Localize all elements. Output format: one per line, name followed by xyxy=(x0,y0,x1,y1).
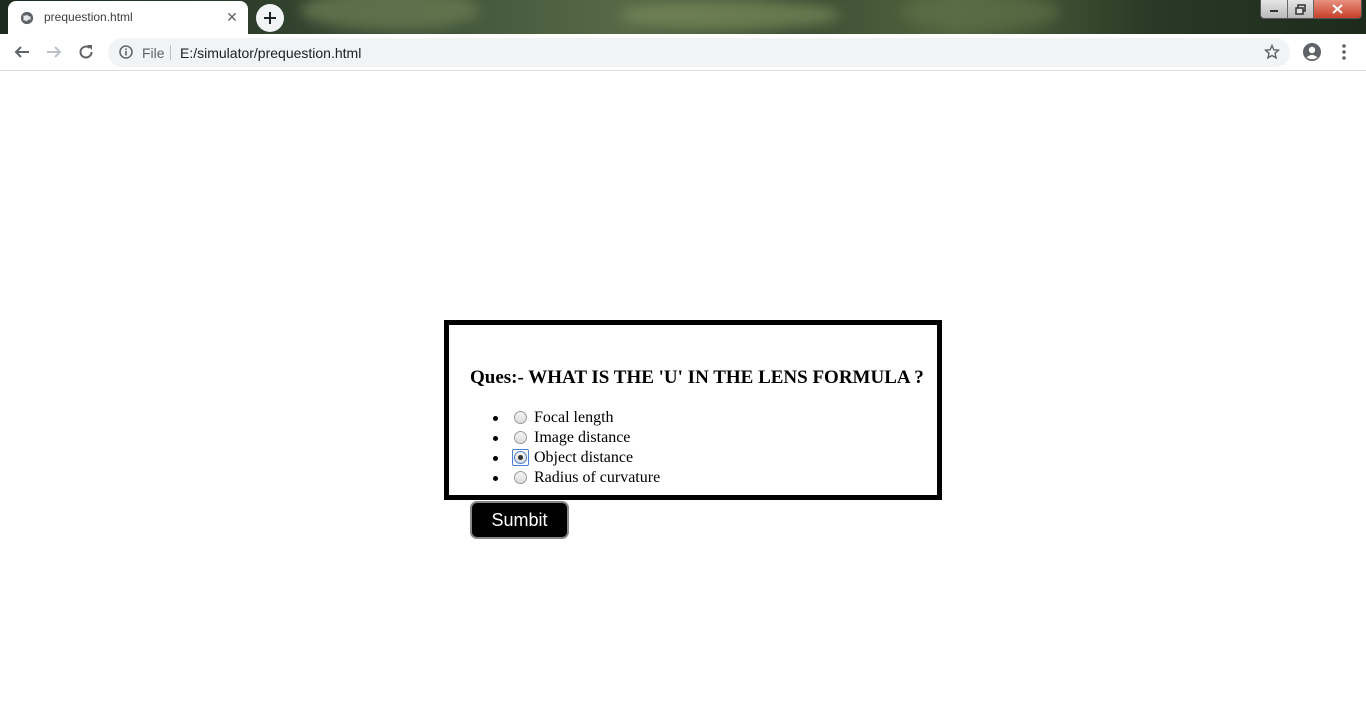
tab-close-icon[interactable]: ✕ xyxy=(224,9,240,25)
window-controls xyxy=(1260,0,1362,19)
bullet xyxy=(493,456,498,461)
radio-radius-of-curvature[interactable] xyxy=(514,471,527,484)
background-foliage xyxy=(620,0,840,30)
radio-focal-length[interactable] xyxy=(514,411,527,424)
browser-tab-active[interactable]: prequestion.html ✕ xyxy=(8,1,248,34)
browser-title-bar: prequestion.html ✕ xyxy=(0,0,1366,34)
tab-title: prequestion.html xyxy=(44,10,133,24)
address-bar[interactable]: File E:/simulator/prequestion.html xyxy=(108,38,1290,67)
restore-button[interactable] xyxy=(1288,0,1314,18)
reload-icon xyxy=(79,45,93,59)
option-label[interactable]: Image distance xyxy=(534,429,630,447)
back-button[interactable] xyxy=(10,40,34,64)
background-foliage xyxy=(300,0,480,30)
kebab-menu-icon[interactable] xyxy=(1336,42,1352,62)
restore-icon xyxy=(1295,3,1306,15)
new-tab-button[interactable] xyxy=(256,4,284,32)
minimize-icon xyxy=(1270,10,1278,12)
close-window-button[interactable] xyxy=(1314,0,1361,18)
profile-icon[interactable] xyxy=(1302,42,1322,62)
bullet xyxy=(493,476,498,481)
radio-object-distance[interactable] xyxy=(514,451,527,464)
plus-icon xyxy=(264,12,276,24)
bullet xyxy=(493,416,498,421)
globe-icon xyxy=(20,11,34,25)
star-icon[interactable] xyxy=(1264,44,1280,60)
question-heading: Ques:- WHAT IS THE 'U' IN THE LENS FORMU… xyxy=(470,367,924,388)
background-foliage xyxy=(900,0,1060,30)
forward-button[interactable] xyxy=(42,40,66,64)
browser-toolbar: File E:/simulator/prequestion.html xyxy=(0,34,1366,71)
submit-button[interactable]: Sumbit xyxy=(470,501,569,539)
url-text[interactable]: E:/simulator/prequestion.html xyxy=(180,45,361,61)
close-icon xyxy=(1332,4,1343,14)
minimize-button[interactable] xyxy=(1261,0,1288,18)
bullet xyxy=(493,436,498,441)
radio-image-distance[interactable] xyxy=(514,431,527,444)
option-label[interactable]: Focal length xyxy=(534,409,614,427)
forward-arrow-icon xyxy=(47,46,62,58)
option-label[interactable]: Radius of curvature xyxy=(534,469,660,487)
info-icon[interactable] xyxy=(119,45,133,59)
site-scheme-label: File xyxy=(142,45,165,61)
option-label[interactable]: Object distance xyxy=(534,449,633,467)
question-box: Ques:- WHAT IS THE 'U' IN THE LENS FORMU… xyxy=(444,320,942,500)
reload-button[interactable] xyxy=(74,40,98,64)
omnibox-divider xyxy=(170,45,171,60)
back-arrow-icon xyxy=(14,46,29,58)
